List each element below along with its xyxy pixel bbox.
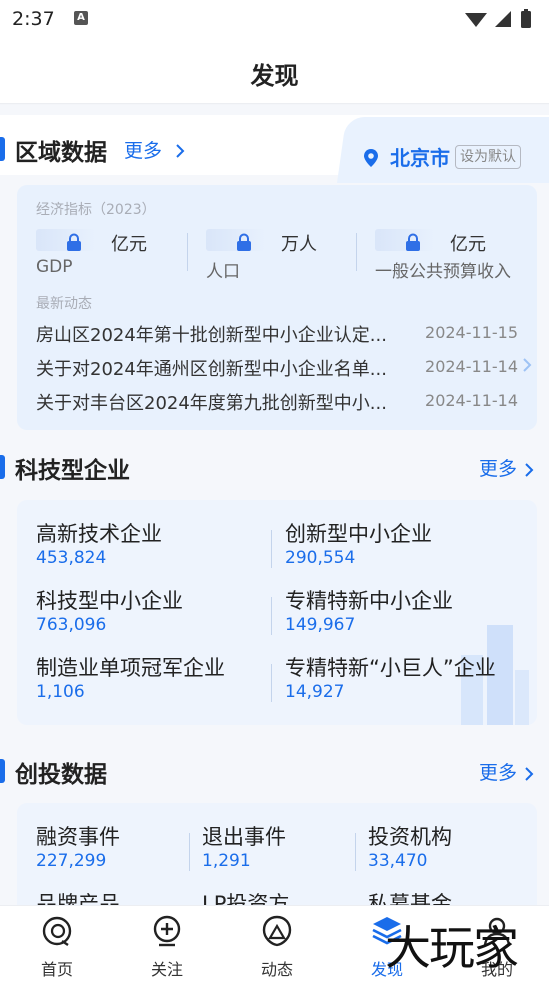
news-item[interactable]: 关于对2024年通州区创新型中小企业名单... 2024-11-14 bbox=[36, 355, 520, 381]
nav-activity[interactable]: 动态 bbox=[222, 906, 332, 983]
chevron-right-icon[interactable] bbox=[522, 357, 532, 373]
divider bbox=[189, 833, 190, 871]
activity-icon bbox=[262, 915, 292, 947]
stat-financing-events[interactable]: 融资事件 227,299 bbox=[36, 821, 186, 881]
chevron-right-icon bbox=[176, 144, 185, 158]
stat-brand-products[interactable]: 品牌产品 bbox=[36, 888, 186, 905]
stat-investors[interactable]: 投资机构 33,470 bbox=[368, 821, 518, 881]
stat-private-funds[interactable]: 私募基金 bbox=[368, 888, 518, 905]
chevron-right-icon bbox=[525, 463, 534, 477]
section-accent-bar bbox=[0, 137, 5, 161]
region-more-link[interactable]: 更多 bbox=[124, 136, 186, 163]
tech-header: 科技型企业 更多 bbox=[0, 441, 549, 491]
status-bar: 2:37 A bbox=[0, 0, 549, 40]
signal-battery-icons bbox=[465, 9, 531, 28]
stat-tech-sme[interactable]: 科技型中小企业 763,096 bbox=[36, 585, 276, 645]
follow-icon bbox=[153, 915, 181, 947]
nav-home[interactable]: 首页 bbox=[2, 906, 112, 983]
venture-title: 创投数据 bbox=[15, 762, 107, 788]
stat-little-giant[interactable]: 专精特新“小巨人”企业 14,927 bbox=[285, 652, 525, 712]
notification-icon: A bbox=[74, 11, 88, 25]
nav-follow[interactable]: 关注 bbox=[112, 906, 222, 983]
tech-card: 高新技术企业 453,824 创新型中小企业 290,554 科技型中小企业 7… bbox=[17, 500, 537, 725]
divider bbox=[356, 233, 357, 271]
venture-header: 创投数据 更多 bbox=[0, 745, 549, 795]
divider bbox=[187, 233, 188, 271]
section-accent-bar bbox=[0, 759, 5, 783]
news-item[interactable]: 关于对丰台区2024年度第九批创新型中小... 2024-11-14 bbox=[36, 389, 520, 415]
indicator-budget-revenue[interactable]: 亿元 一般公共预算收入 bbox=[375, 225, 535, 285]
divider bbox=[355, 833, 356, 871]
lock-icon bbox=[67, 233, 81, 251]
status-time: 2:37 bbox=[12, 8, 55, 30]
indicator-population[interactable]: 万人 人口 bbox=[206, 225, 366, 285]
lock-icon bbox=[406, 233, 420, 251]
tech-more-link[interactable]: 更多 bbox=[479, 454, 535, 481]
lock-icon bbox=[237, 233, 251, 251]
stat-lp-investors[interactable]: LP投资方 bbox=[202, 888, 352, 905]
stat-high-tech[interactable]: 高新技术企业 453,824 bbox=[36, 518, 276, 578]
news-label: 最新动态 bbox=[36, 296, 92, 312]
stat-innovative-sme[interactable]: 创新型中小企业 290,554 bbox=[285, 518, 525, 578]
econ-indicator-label: 经济指标（2023） bbox=[36, 202, 156, 218]
stat-specialized-sme[interactable]: 专精特新中小企业 149,967 bbox=[285, 585, 525, 645]
section-accent-bar bbox=[0, 455, 5, 479]
stat-manufacturing-champion[interactable]: 制造业单项冠军企业 1,106 bbox=[36, 652, 276, 712]
tech-title: 科技型企业 bbox=[15, 458, 130, 484]
news-item[interactable]: 房山区2024年第十批创新型中小企业认定... 2024-11-15 bbox=[36, 321, 520, 347]
indicator-gdp[interactable]: 亿元 GDP bbox=[36, 225, 196, 285]
venture-more-link[interactable]: 更多 bbox=[479, 758, 535, 785]
chevron-right-icon bbox=[525, 767, 534, 781]
home-icon bbox=[42, 916, 72, 946]
discover-content[interactable]: 区域数据 更多 北京市 设为默认 经济指标（2023） 亿元 GDP 万人 人口 bbox=[0, 105, 549, 905]
region-section: 区域数据 更多 北京市 设为默认 经济指标（2023） 亿元 GDP 万人 人口 bbox=[0, 115, 549, 430]
city-name: 北京市 bbox=[389, 146, 450, 170]
location-pin-icon bbox=[364, 149, 378, 167]
stat-exit-events[interactable]: 退出事件 1,291 bbox=[202, 821, 352, 881]
watermark-logo: 大玩家 bbox=[385, 921, 519, 975]
venture-card: 融资事件 227,299 退出事件 1,291 投资机构 33,470 品牌产品… bbox=[17, 803, 537, 905]
page-title: 发现 bbox=[250, 62, 299, 90]
region-title: 区域数据 bbox=[15, 140, 107, 166]
city-selector[interactable]: 北京市 bbox=[363, 142, 450, 171]
set-default-button[interactable]: 设为默认 bbox=[455, 145, 521, 169]
page-header: 发现 bbox=[0, 40, 549, 104]
